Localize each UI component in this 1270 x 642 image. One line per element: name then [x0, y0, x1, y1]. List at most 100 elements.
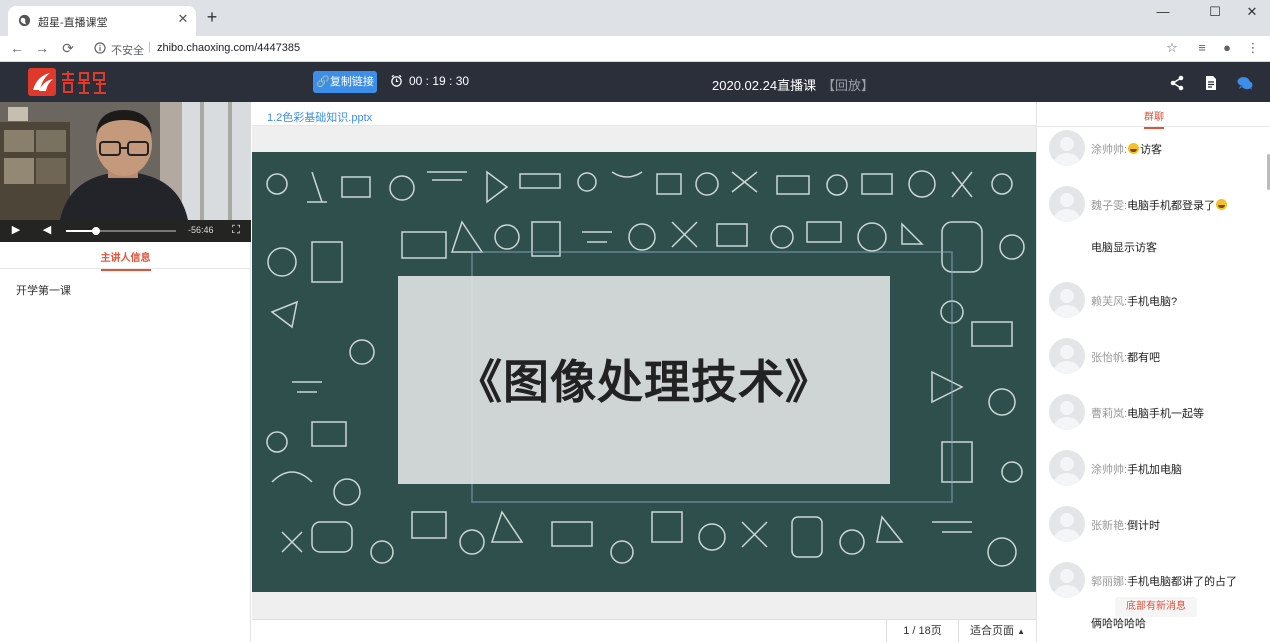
chat-text: 访客	[1140, 144, 1163, 156]
chat-sender: 涂帅帅	[1091, 144, 1124, 156]
link-icon: 🔗	[316, 76, 330, 88]
forward-arrow-icon[interactable]: →	[34, 40, 50, 56]
fullscreen-icon[interactable]: ⛶	[229, 223, 243, 237]
info-icon	[94, 42, 106, 54]
chat-text: 电脑手机一起等	[1127, 408, 1205, 420]
chat-sender: 魏子雯	[1091, 200, 1124, 212]
back-arrow-icon[interactable]: ←	[9, 40, 25, 56]
chat-text: 电脑手机都登录了	[1127, 200, 1216, 212]
left-panel: ▶ ◀ -56:46 ⛶ 主讲人信息 开学第一课	[0, 102, 251, 642]
page-indicator[interactable]: 1 / 18页	[886, 620, 958, 642]
chat-message: 张新艳:倒计时	[1049, 506, 1263, 542]
chat-sender: 郭丽娜	[1091, 576, 1124, 588]
avatar	[1049, 562, 1085, 598]
chat-panel: 群聊 涂帅帅: 访客 魏子雯:电脑手机都登录了 电脑显示访客 赖芙风:手机电脑? …	[1036, 102, 1270, 642]
video-controls: ▶ ◀ -56:46 ⛶	[0, 220, 251, 242]
slide-title-panel: 《图像处理技术》	[398, 276, 890, 484]
browser-tab[interactable]: 超星-直播课堂 ✕	[8, 6, 196, 36]
replay-label: 【回放】	[822, 78, 875, 93]
volume-icon[interactable]: ◀	[40, 223, 54, 237]
browser-tab-title: 超星-直播课堂	[38, 17, 108, 29]
reload-icon[interactable]: ⟳	[60, 40, 76, 56]
speaker-info-label: 主讲人信息	[100, 249, 151, 271]
live-timer: 00 : 19 : 30	[390, 74, 469, 88]
chat-message: 曹莉岚:电脑手机一起等	[1049, 394, 1263, 430]
maximize-window-icon[interactable]: ☐	[1204, 4, 1226, 22]
video-time: -56:46	[188, 225, 214, 235]
grin-emoji-icon	[1128, 143, 1140, 154]
group-chat-label: 群聊	[1144, 108, 1164, 129]
minimize-window-icon[interactable]: —	[1152, 4, 1174, 22]
browser-tab-strip: 超星-直播课堂 ✕ + — ☐ ✕	[0, 0, 1270, 36]
avatar	[1049, 506, 1085, 542]
alarm-clock-icon	[391, 74, 402, 87]
chat-message: 张怡帆:都有吧	[1049, 338, 1263, 374]
browser-toolbar: ← → ⟳ 不安全 | zhibo.chaoxing.com/4447385 ☆…	[0, 36, 1270, 62]
new-tab-icon[interactable]: +	[203, 8, 221, 27]
chat-sender: 曹莉岚	[1091, 408, 1124, 420]
chat-sender: 赖芙风	[1091, 296, 1124, 308]
profile-icon[interactable]: ●	[1219, 40, 1235, 56]
video-progress-bar[interactable]	[66, 227, 176, 235]
close-window-icon[interactable]: ✕	[1241, 4, 1263, 22]
copy-link-label: 复制链接	[329, 76, 374, 88]
chat-message: 涂帅帅:手机加电脑	[1049, 450, 1263, 486]
chat-message: 赖芙风:手机电脑?	[1049, 282, 1263, 318]
more-menu-icon[interactable]: ⋮	[1245, 40, 1261, 56]
address-bar[interactable]: 不安全 | zhibo.chaoxing.com/4447385	[86, 38, 1186, 60]
app-header: 🔗复制链接 00 : 19 : 30 2020.02.24直播课 【回放】	[0, 62, 1270, 102]
chat-sender: 张怡帆	[1091, 352, 1124, 364]
url-text[interactable]: zhibo.chaoxing.com/4447385	[157, 42, 300, 54]
chat-text: 都有吧	[1127, 352, 1161, 364]
globe-icon	[18, 14, 31, 27]
chat-bubbles-icon[interactable]	[1237, 75, 1253, 91]
chat-message: 涂帅帅: 访客	[1049, 130, 1263, 166]
chat-message: 郭丽娜:手机电脑都讲了的占了	[1049, 562, 1263, 598]
fit-page-dropdown[interactable]: 适合页面 ▲	[958, 620, 1036, 642]
video-player[interactable]: ▶ ◀ -56:46 ⛶	[0, 102, 251, 242]
avatar	[1049, 186, 1085, 222]
lesson-title: 2020.02.24直播课	[712, 78, 817, 93]
close-tab-icon[interactable]: ✕	[176, 12, 190, 26]
video-progress-knob[interactable]	[91, 227, 100, 235]
play-icon[interactable]: ▶	[9, 223, 23, 237]
insecure-label: 不安全	[111, 45, 144, 57]
chaoxing-logo	[28, 68, 106, 96]
group-chat-tab[interactable]: 群聊	[1037, 102, 1270, 129]
avatar	[1049, 394, 1085, 430]
share-icon[interactable]	[1169, 75, 1185, 91]
page-separator: /	[912, 625, 916, 637]
pager-bar: 1 / 18页 适合页面 ▲	[252, 619, 1036, 642]
copy-link-button[interactable]: 🔗复制链接	[313, 71, 377, 93]
media-queue-icon[interactable]: ≡	[1194, 40, 1210, 56]
chat-colon: :	[1124, 144, 1128, 156]
timer-text: 00 : 19 : 30	[409, 74, 470, 88]
chat-text: 手机电脑都讲了的占了	[1127, 576, 1238, 588]
avatar	[1049, 338, 1085, 374]
chat-message-line: 电脑显示访客	[1091, 242, 1157, 254]
avatar	[1049, 130, 1085, 166]
fit-page-arrow-icon: ▲	[1017, 627, 1025, 636]
fit-page-label: 适合页面	[970, 625, 1014, 637]
document-icon[interactable]	[1203, 75, 1219, 91]
bookmark-star-icon[interactable]: ☆	[1164, 40, 1180, 56]
slide-view: 《图像处理技术》	[252, 152, 1036, 592]
sweat-emoji-icon	[1216, 199, 1228, 210]
chat-message: 魏子雯:电脑手机都登录了	[1049, 186, 1263, 222]
chat-text: 手机电脑?	[1127, 296, 1178, 308]
address-separator: |	[148, 41, 151, 53]
chat-text: 手机加电脑	[1127, 464, 1183, 476]
speaker-info-tab[interactable]: 主讲人信息	[0, 242, 251, 271]
file-name-link[interactable]: 1.2色彩基础知识.pptx	[267, 109, 372, 125]
chat-text: 倒计时	[1127, 520, 1161, 532]
chat-sender: 涂帅帅	[1091, 464, 1124, 476]
presentation-area: 1.2色彩基础知识.pptx 《图像处理技术》 1 / 18页 适合页面 ▲	[252, 102, 1036, 642]
course-title: 开学第一课	[16, 285, 71, 297]
chat-message-line: 俩哈哈哈哈	[1091, 618, 1146, 630]
new-message-tip[interactable]: 底部有新消息	[1115, 597, 1197, 617]
teacher-video-frame	[0, 102, 251, 220]
page-current: 1	[903, 625, 910, 637]
chat-sender: 张新艳	[1091, 520, 1124, 532]
page-total: 18页	[918, 625, 942, 637]
slide-title: 《图像处理技术》	[456, 355, 832, 409]
